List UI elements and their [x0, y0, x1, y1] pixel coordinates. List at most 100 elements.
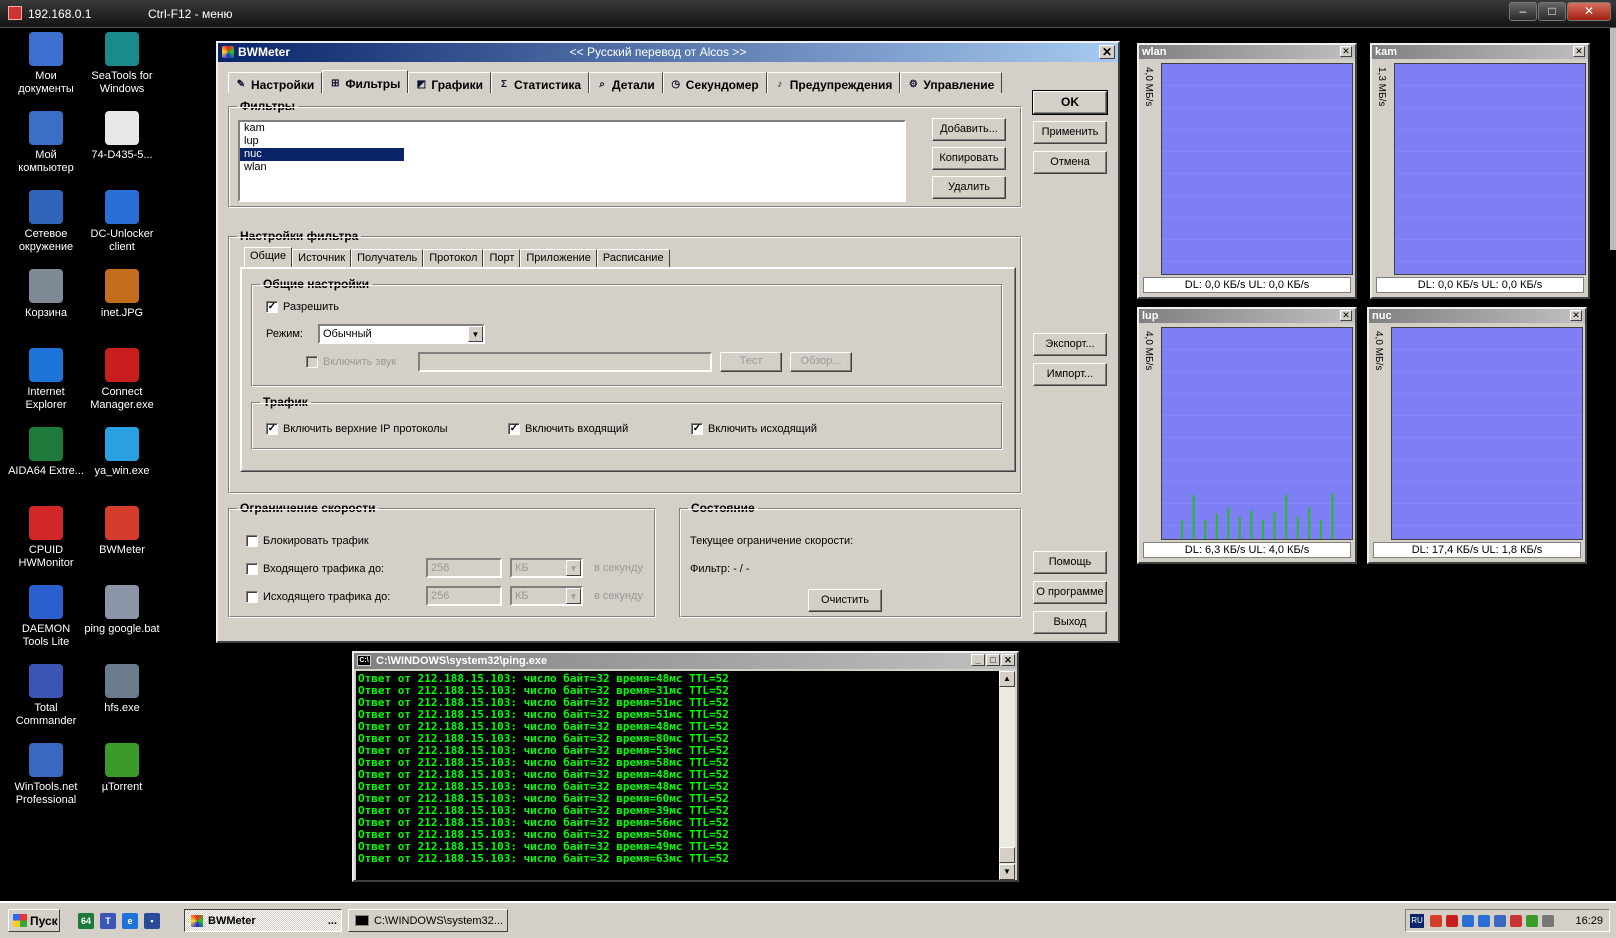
upper-ip-checkbox-box[interactable]: ✓	[266, 423, 278, 435]
incoming-checkbox[interactable]: ✓ Включить входящий	[508, 423, 628, 435]
incoming-unit-select[interactable]: КБ ▼	[510, 558, 583, 578]
close-icon[interactable]: ✕	[1001, 654, 1015, 666]
subtab-item[interactable]: Протокол	[423, 249, 484, 267]
total-commander-quicklaunch-icon[interactable]: T	[100, 913, 116, 929]
enable-filter-checkbox[interactable]: ✓ Разрешить	[266, 301, 339, 313]
desktop-icon[interactable]: WinTools.net Professional	[8, 743, 84, 807]
tab-statistics[interactable]: Σ Статистика	[490, 72, 590, 93]
outgoing-unit-select[interactable]: КБ ▼	[510, 586, 583, 606]
desktop-icon[interactable]: inet.JPG	[84, 269, 160, 320]
graph-close-icon[interactable]: ✕	[1570, 310, 1582, 321]
delete-filter-button[interactable]: Удалить	[932, 176, 1006, 199]
tab-control[interactable]: ⚙ Управление	[900, 72, 1003, 93]
desktop-icon[interactable]: hfs.exe	[84, 664, 160, 715]
subtab-item[interactable]: Общие	[244, 247, 293, 267]
graph-close-icon[interactable]: ✕	[1573, 46, 1585, 57]
mode-select[interactable]: Обычный ▼	[318, 324, 485, 344]
incoming-limit-checkbox-box[interactable]	[246, 563, 258, 575]
desktop-icon[interactable]: SeaTools for Windows	[84, 32, 160, 96]
subtab-item[interactable]: Расписание	[596, 249, 670, 267]
clear-button[interactable]: Очистить	[808, 589, 882, 612]
console-scrollbar[interactable]: ▲ ▼	[999, 671, 1015, 880]
help-button[interactable]: Помощь	[1033, 551, 1107, 574]
filter-list-item[interactable]: nuc	[240, 148, 404, 161]
desktop-icon[interactable]: CPUID HWMonitor	[8, 506, 84, 570]
close-icon[interactable]: ✕	[1567, 2, 1611, 21]
start-button[interactable]: Пуск	[8, 909, 60, 932]
enable-checkbox-box[interactable]: ✓	[266, 301, 278, 313]
outgoing-limit-checkbox[interactable]: Исходящего трафика до:	[246, 591, 390, 603]
taskbar-console-button[interactable]: C:\WINDOWS\system32...	[348, 909, 508, 932]
remote-scrollbar[interactable]	[1610, 28, 1616, 250]
subtab-item[interactable]: Получатель	[351, 249, 424, 267]
apply-button[interactable]: Применить	[1033, 121, 1107, 144]
outgoing-checkbox-box[interactable]: ✓	[691, 423, 703, 435]
sound-checkbox[interactable]: Включить звук	[306, 356, 396, 368]
desktop-icon[interactable]: Корзина	[8, 269, 84, 320]
outgoing-checkbox[interactable]: ✓ Включить исходящий	[691, 423, 817, 435]
incoming-checkbox-box[interactable]: ✓	[508, 423, 520, 435]
filter-list-item[interactable]: lup	[240, 135, 404, 148]
minimize-icon[interactable]: _	[971, 654, 985, 666]
desktop-icon[interactable]: Total Commander	[8, 664, 84, 728]
outgoing-limit-checkbox-box[interactable]	[246, 591, 258, 603]
tab-alerts[interactable]: ♪ Предупреждения	[766, 72, 901, 93]
aida64-quicklaunch-icon[interactable]: 64	[78, 913, 94, 929]
desktop-icon[interactable]: 74-D435-5...	[84, 111, 160, 162]
ie-quicklaunch-icon[interactable]: e	[122, 913, 138, 929]
graph-window-lup[interactable]: lup ✕ 4,0 МБ/s DL: 6,3 КБ/s UL: 4,0 КБ/s	[1137, 307, 1357, 564]
tab-stopwatch[interactable]: ◷ Секундомер	[662, 72, 767, 93]
desktop-icon[interactable]: AIDA64 Extre...	[8, 427, 84, 478]
copy-filter-button[interactable]: Копировать	[932, 147, 1006, 170]
incoming-limit-checkbox[interactable]: Входящего трафика до:	[246, 563, 384, 575]
utorrent-tray-icon[interactable]	[1526, 915, 1538, 927]
scroll-up-icon[interactable]: ▲	[999, 671, 1015, 687]
filter-list-item[interactable]: wlan	[240, 161, 404, 174]
desktop-icon[interactable]: ping google.bat	[84, 585, 160, 636]
graph-close-icon[interactable]: ✕	[1340, 310, 1352, 321]
import-button[interactable]: Импорт...	[1033, 363, 1107, 386]
add-filter-button[interactable]: Добавить...	[932, 118, 1006, 141]
graph-window-nuc[interactable]: nuc ✕ 4,0 МБ/s DL: 17,4 КБ/s UL: 1,8 КБ/s	[1367, 307, 1587, 564]
sound-path-input[interactable]	[418, 352, 712, 372]
outgoing-limit-input[interactable]: 256	[426, 586, 502, 606]
desktop-icon[interactable]: DC-Unlocker client	[84, 190, 160, 254]
ok-button[interactable]: OK	[1032, 90, 1108, 115]
subtab-item[interactable]: Источник	[292, 249, 352, 267]
desktop-icon[interactable]: DAEMON Tools Lite	[8, 585, 84, 649]
desktop-icon[interactable]: Connect Manager.exe	[84, 348, 160, 412]
subtab-item[interactable]: Приложение	[520, 249, 597, 267]
maximize-icon[interactable]: □	[1538, 2, 1566, 21]
upper-ip-checkbox[interactable]: ✓ Включить верхние IP протоколы	[266, 423, 448, 435]
graph-window-wlan[interactable]: wlan ✕ 4,0 МБ/s DL: 0,0 КБ/s UL: 0,0 КБ/s	[1137, 43, 1357, 299]
show-desktop-icon[interactable]: ▪	[144, 913, 160, 929]
filters-list[interactable]: kam lup nuc wlan	[238, 120, 906, 202]
chevron-down-icon[interactable]: ▼	[566, 588, 581, 604]
language-indicator[interactable]: RU	[1410, 914, 1424, 928]
desktop-icon[interactable]: Сетевое окружение	[8, 190, 84, 254]
desktop-icon[interactable]: Internet Explorer	[8, 348, 84, 412]
tab-settings[interactable]: ✎ Настройки	[228, 72, 323, 93]
bwmeter-tray-icon[interactable]	[1430, 915, 1442, 927]
minimize-icon[interactable]: –	[1509, 2, 1537, 21]
dialog-close-icon[interactable]: ✕	[1099, 45, 1115, 59]
desktop-icon[interactable]: BWMeter	[84, 506, 160, 557]
tab-graphs[interactable]: ◩ Графики	[408, 72, 491, 93]
graph-window-kam[interactable]: kam ✕ 1,3 МБ/s DL: 0,0 КБ/s UL: 0,0 КБ/s	[1370, 43, 1590, 299]
exit-button[interactable]: Выход	[1033, 611, 1107, 634]
speaker-tray-icon[interactable]	[1542, 915, 1554, 927]
about-button[interactable]: О программе	[1033, 581, 1107, 604]
filter-list-item[interactable]: kam	[240, 122, 404, 135]
desktop-icon[interactable]: Мои документы	[8, 32, 84, 96]
network2-tray-icon[interactable]	[1478, 915, 1490, 927]
test-sound-button[interactable]: Тест	[720, 352, 782, 372]
block-traffic-checkbox-box[interactable]	[246, 535, 258, 547]
chevron-down-icon[interactable]: ▼	[468, 326, 483, 342]
chevron-down-icon[interactable]: ▼	[566, 560, 581, 576]
taskbar-bwmeter-button[interactable]: BWMeter ...	[184, 909, 342, 932]
connect-manager-tray-icon[interactable]	[1446, 915, 1458, 927]
graph-close-icon[interactable]: ✕	[1340, 46, 1352, 57]
network-tray-icon[interactable]	[1462, 915, 1474, 927]
maximize-icon[interactable]: □	[986, 654, 1000, 666]
scroll-thumb[interactable]	[999, 847, 1015, 863]
